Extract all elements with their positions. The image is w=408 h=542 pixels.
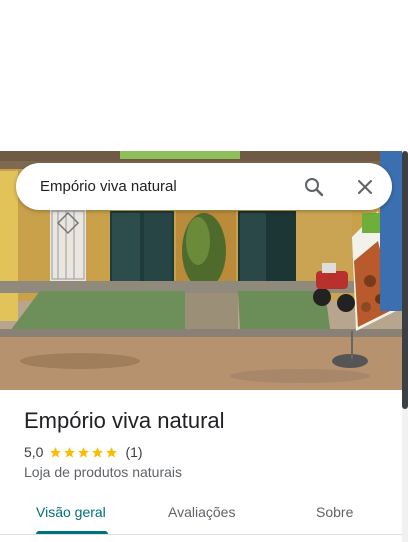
rating-row[interactable]: 5,0 (1) (24, 443, 143, 461)
tab-overview[interactable]: Visão geral (36, 504, 106, 520)
search-input[interactable]: Empório viva natural (40, 178, 177, 195)
tab-bar: Visão geral Avaliações Sobre (0, 492, 402, 536)
place-category[interactable]: Loja de produtos naturais (24, 464, 182, 480)
tab-about[interactable]: Sobre (316, 504, 353, 520)
star-icon (64, 446, 76, 458)
star-icon (50, 446, 62, 458)
review-count[interactable]: (1) (125, 444, 142, 460)
scrollbar-thumb[interactable] (402, 151, 408, 409)
top-blank-area (0, 0, 408, 151)
star-icon (106, 446, 118, 458)
search-box[interactable]: Empório viva natural (16, 163, 392, 210)
place-title: Empório viva natural (24, 408, 225, 433)
rating-value: 5,0 (24, 444, 44, 460)
star-rating (49, 446, 119, 459)
star-icon (78, 446, 90, 458)
tab-reviews[interactable]: Avaliações (168, 504, 235, 520)
tabs-divider (0, 534, 402, 535)
star-icon (92, 446, 104, 458)
search-icon[interactable] (302, 175, 326, 199)
close-icon[interactable] (353, 175, 377, 199)
